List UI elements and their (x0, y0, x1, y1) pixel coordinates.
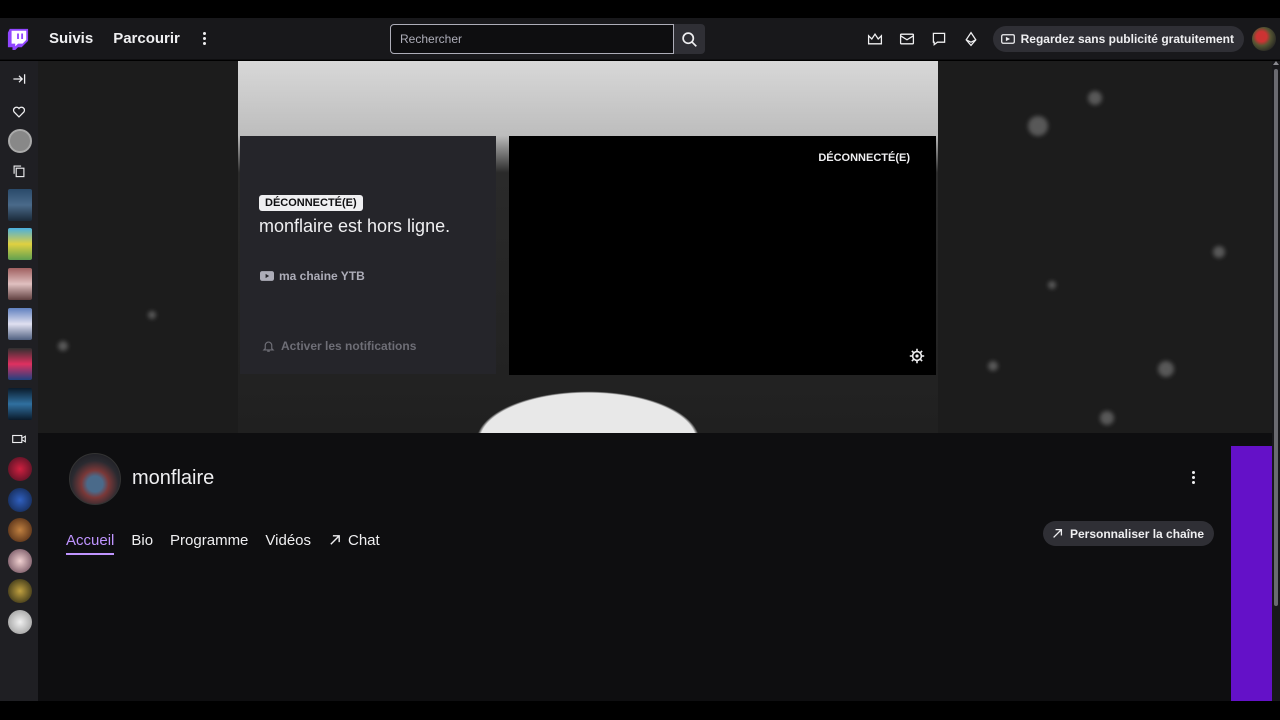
user-avatar[interactable] (1252, 27, 1276, 51)
camera-icon (7, 427, 31, 451)
category-thumbnail[interactable] (8, 388, 32, 420)
video-player[interactable]: DÉCONNECTÉ(E) (509, 136, 936, 375)
tab-schedule[interactable]: Programme (170, 527, 248, 553)
tab-home[interactable]: Accueil (66, 527, 115, 555)
twitch-logo-icon[interactable] (7, 28, 29, 50)
ad-free-icon (1000, 34, 1015, 44)
channel-avatar[interactable] (8, 488, 32, 512)
tab-chat-label: Chat (348, 531, 380, 549)
bell-icon (262, 341, 275, 352)
right-panel-top (1231, 433, 1272, 446)
offline-title: monflaire est hors ligne. (259, 216, 451, 236)
category-thumbnail[interactable] (8, 189, 32, 221)
nav-right-group: Regardez sans publicité gratuitement (859, 18, 1280, 60)
tab-chat[interactable]: Chat (328, 527, 380, 553)
search-bar (390, 24, 705, 54)
collapse-icon[interactable] (7, 67, 31, 91)
top-nav: Suivis Parcourir Regardez sans publicité… (0, 18, 1280, 60)
search-icon (682, 31, 697, 47)
scroll-up-arrow-icon[interactable] (1273, 61, 1279, 65)
purple-side-panel (1231, 446, 1272, 701)
category-thumbnail[interactable] (8, 348, 32, 380)
external-arrow-icon (330, 535, 340, 545)
channel-avatar-large[interactable] (69, 453, 121, 505)
tab-videos[interactable]: Vidéos (265, 527, 311, 553)
channel-avatar[interactable] (8, 610, 32, 634)
whispers-icon[interactable] (923, 23, 955, 55)
letterbox-bottom (0, 701, 1280, 720)
nav-following-link[interactable]: Suivis (49, 30, 93, 47)
heart-icon (7, 100, 31, 124)
more-menu-icon[interactable] (198, 29, 212, 49)
channel-avatar[interactable] (8, 457, 32, 481)
inbox-icon[interactable] (891, 23, 923, 55)
nav-browse-link[interactable]: Parcourir (113, 30, 180, 47)
scroll-thumb[interactable] (1274, 69, 1278, 606)
turbo-button[interactable]: Regardez sans publicité gratuitement (992, 26, 1244, 52)
category-thumbnail[interactable] (8, 268, 32, 300)
customize-channel-label: Personnaliser la chaîne (1070, 526, 1205, 541)
category-thumbnail[interactable] (8, 228, 32, 260)
tab-bio[interactable]: Bio (131, 527, 153, 553)
notifications-button[interactable]: Activer les notifications (262, 339, 416, 353)
youtube-icon (260, 271, 274, 281)
external-arrow-icon (1053, 528, 1063, 538)
search-input[interactable] (390, 24, 674, 54)
category-thumbnail[interactable] (8, 308, 32, 340)
notifications-label: Activer les notifications (281, 339, 417, 353)
channel-avatar[interactable] (8, 549, 32, 573)
youtube-link-label: ma chaine YTB (279, 269, 365, 283)
channel-name: monflaire (132, 467, 215, 489)
offline-card: DÉCONNECTÉ(E) monflaire est hors ligne. … (240, 136, 496, 374)
letterbox-top (0, 0, 1280, 18)
channel-info: monflaire Accueil Bio Programme Vidéos C… (38, 433, 1231, 701)
crown-icon[interactable] (859, 23, 891, 55)
turbo-label: Regardez sans publicité gratuitement (1020, 32, 1234, 46)
channel-avatar[interactable] (8, 518, 32, 542)
customize-channel-button[interactable]: Personnaliser la chaîne (1043, 521, 1215, 546)
left-sidebar (0, 61, 38, 701)
player-status: DÉCONNECTÉ(E) (818, 152, 910, 164)
channel-avatar[interactable] (8, 579, 32, 603)
offline-badge: DÉCONNECTÉ(E) (259, 195, 363, 211)
channel-tabs: Accueil Bio Programme Vidéos Chat (66, 527, 397, 555)
settings-gear-icon[interactable] (909, 348, 925, 364)
copy-icon (7, 159, 31, 183)
page-scrollbar[interactable] (1272, 61, 1280, 701)
channel-more-icon[interactable] (1188, 469, 1198, 485)
search-button[interactable] (674, 24, 705, 54)
followed-channel-avatar[interactable] (8, 129, 32, 153)
bits-icon[interactable] (955, 23, 987, 55)
youtube-link[interactable]: ma chaine YTB (260, 269, 365, 283)
